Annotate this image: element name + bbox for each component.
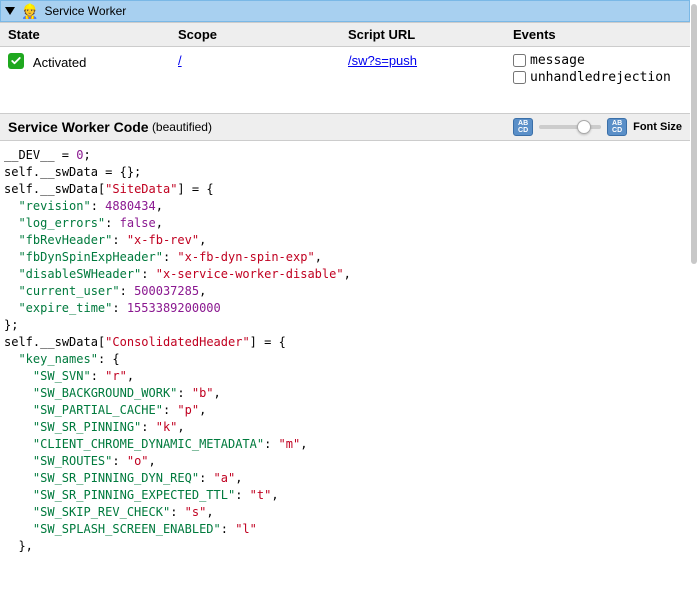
font-size-small-button[interactable]: ABCD bbox=[513, 118, 533, 136]
script-url-link[interactable]: /sw?s=push bbox=[348, 53, 417, 68]
event-name: unhandledrejection bbox=[530, 70, 671, 85]
scrollbar[interactable] bbox=[691, 4, 697, 264]
disclosure-triangle-icon[interactable] bbox=[5, 7, 15, 15]
event-checkbox-row: message bbox=[513, 53, 682, 68]
panel-header[interactable]: 👷 Service Worker bbox=[0, 0, 690, 22]
col-script-url: Script URL bbox=[340, 23, 505, 47]
event-checkbox[interactable] bbox=[513, 71, 526, 84]
check-icon bbox=[8, 53, 24, 69]
slider-thumb-icon[interactable] bbox=[577, 120, 591, 134]
font-size-large-button[interactable]: ABCD bbox=[607, 118, 627, 136]
col-state: State bbox=[0, 23, 170, 47]
service-worker-table: State Scope Script URL Events Activated … bbox=[0, 22, 690, 93]
event-checkbox-row: unhandledrejection bbox=[513, 70, 682, 85]
code-header-sub: (beautified) bbox=[152, 120, 212, 134]
font-size-label: Font Size bbox=[633, 121, 682, 133]
table-row: Activated / /sw?s=push message unhandledr… bbox=[0, 47, 690, 94]
event-checkbox[interactable] bbox=[513, 54, 526, 67]
code-header: Service Worker Code (beautified) ABCD AB… bbox=[0, 113, 690, 141]
col-scope: Scope bbox=[170, 23, 340, 47]
col-events: Events bbox=[505, 23, 690, 47]
scope-link[interactable]: / bbox=[178, 53, 182, 68]
code-header-title: Service Worker Code bbox=[8, 119, 149, 135]
worker-icon: 👷 bbox=[21, 3, 38, 20]
panel-title: Service Worker bbox=[44, 4, 126, 18]
event-name: message bbox=[530, 53, 585, 68]
state-label: Activated bbox=[33, 55, 86, 70]
code-block[interactable]: __DEV__ = 0;self.__swData = {};self.__sw… bbox=[0, 141, 690, 561]
font-size-slider[interactable] bbox=[539, 125, 601, 129]
